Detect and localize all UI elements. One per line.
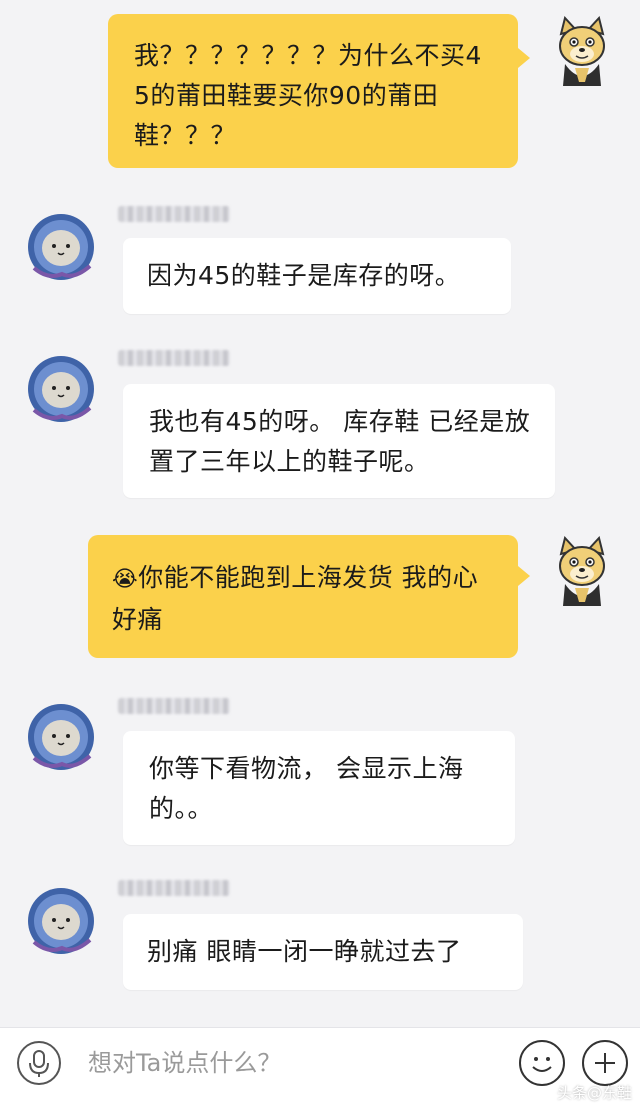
message-text: 别痛 眼睛一闭一睁就过去了 bbox=[147, 937, 462, 966]
microphone-icon[interactable] bbox=[17, 1041, 61, 1085]
watermark: 头条@东鞋 bbox=[556, 1084, 632, 1102]
seal-avatar-icon[interactable] bbox=[24, 884, 98, 958]
message-text: 你等下看物流， 会显示上海的。。 bbox=[149, 754, 464, 823]
message-bubble-incoming[interactable]: 别痛 眼睛一闭一睁就过去了 bbox=[123, 914, 523, 990]
bubble-tail bbox=[518, 566, 530, 586]
sender-name-blurred bbox=[118, 206, 230, 222]
sender-name-blurred bbox=[118, 350, 230, 366]
message-text: 你能不能跑到上海发货 我的心好痛 bbox=[112, 563, 479, 634]
smiley-icon[interactable] bbox=[519, 1040, 565, 1086]
message-bubble-incoming[interactable]: 你等下看物流， 会显示上海的。。 bbox=[123, 731, 515, 845]
message-text: 我？？？？？？？为什么不买45的莆田鞋要买你90的莆田鞋？？？ bbox=[134, 41, 482, 150]
seal-avatar-icon[interactable] bbox=[24, 700, 98, 774]
message-input[interactable]: 想对Ta说点什么？ bbox=[88, 1047, 281, 1079]
seal-avatar-icon[interactable] bbox=[24, 352, 98, 426]
bubble-tail bbox=[518, 48, 530, 68]
sender-name-blurred bbox=[118, 698, 230, 714]
plus-icon[interactable] bbox=[582, 1040, 628, 1086]
sender-name-blurred bbox=[118, 880, 230, 896]
message-bubble-outgoing[interactable]: 我？？？？？？？为什么不买45的莆田鞋要买你90的莆田鞋？？？ bbox=[108, 14, 518, 168]
message-bubble-incoming[interactable]: 因为45的鞋子是库存的呀。 bbox=[123, 238, 511, 314]
chat-area[interactable]: 我？？？？？？？为什么不买45的莆田鞋要买你90的莆田鞋？？？ 因为45的鞋子是… bbox=[0, 0, 640, 1027]
doge-avatar-icon[interactable] bbox=[545, 535, 619, 610]
seal-avatar-icon[interactable] bbox=[24, 210, 98, 284]
message-text: 因为45的鞋子是库存的呀。 bbox=[147, 261, 461, 290]
message-bubble-incoming[interactable]: 我也有45的呀。 库存鞋 已经是放置了三年以上的鞋子呢。 bbox=[123, 384, 555, 498]
crying-emoji-icon: 😭 bbox=[112, 567, 139, 592]
doge-avatar-icon[interactable] bbox=[545, 15, 619, 90]
message-bubble-outgoing[interactable]: 😭你能不能跑到上海发货 我的心好痛 bbox=[88, 535, 518, 658]
message-text: 我也有45的呀。 库存鞋 已经是放置了三年以上的鞋子呢。 bbox=[149, 407, 531, 476]
